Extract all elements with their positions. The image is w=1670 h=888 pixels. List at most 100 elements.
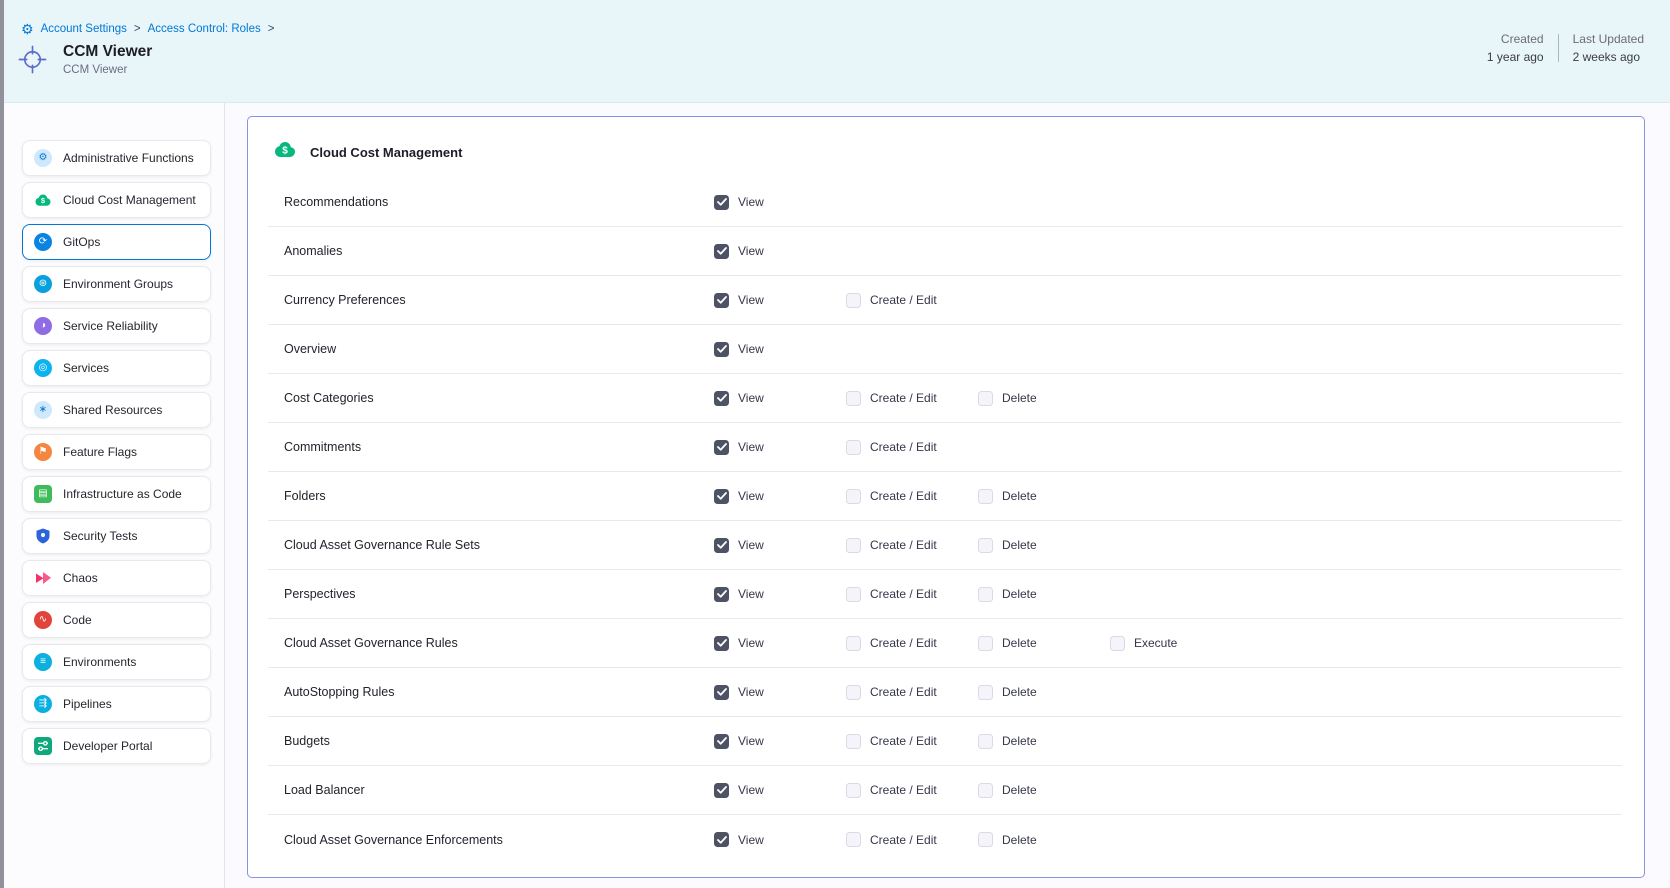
view-checkbox[interactable]: [714, 244, 729, 259]
sidebar-item-feature-flags[interactable]: ⚑Feature Flags: [22, 434, 211, 470]
create-edit-checkbox[interactable]: [846, 685, 861, 700]
delete-permission: Delete: [978, 391, 1110, 406]
permission-name: Cost Categories: [284, 391, 714, 405]
checkbox-label: View: [738, 685, 764, 699]
create-edit-permission: Create / Edit: [846, 587, 978, 602]
sidebar-item-gitops[interactable]: ⟳GitOps: [22, 224, 211, 260]
create-edit-checkbox[interactable]: [846, 734, 861, 749]
checkbox-label: View: [738, 734, 764, 748]
delete-checkbox[interactable]: [978, 832, 993, 847]
view-checkbox[interactable]: [714, 489, 729, 504]
delete-checkbox[interactable]: [978, 636, 993, 651]
checkbox-label: Delete: [1002, 587, 1037, 601]
sidebar-item-security-tests[interactable]: Security Tests: [22, 518, 211, 554]
view-checkbox[interactable]: [714, 538, 729, 553]
permission-name: Currency Preferences: [284, 293, 714, 307]
view-permission: View: [714, 685, 846, 700]
permission-name: Cloud Asset Governance Enforcements: [284, 833, 714, 847]
checkbox-label: Create / Edit: [870, 783, 937, 797]
permission-name: Commitments: [284, 440, 714, 454]
create-edit-permission: Create / Edit: [846, 734, 978, 749]
delete-checkbox[interactable]: [978, 538, 993, 553]
sidebar-item-infrastructure-as-code[interactable]: ▤Infrastructure as Code: [22, 476, 211, 512]
view-checkbox[interactable]: [714, 342, 729, 357]
sidebar-item-developer-portal[interactable]: Developer Portal: [22, 728, 211, 764]
breadcrumb-separator: >: [268, 23, 275, 35]
permission-row-folders: FoldersViewCreate / EditDelete: [268, 472, 1622, 521]
sidebar-item-cloud-cost-management[interactable]: $Cloud Cost Management: [22, 182, 211, 218]
settings-gear-icon: ⚙: [21, 22, 34, 36]
sidebar-item-service-reliability[interactable]: ◑Service Reliability: [22, 308, 211, 344]
checkbox-label: Delete: [1002, 783, 1037, 797]
view-checkbox[interactable]: [714, 293, 729, 308]
permissions-panel: $ Cloud Cost Management Recommendations V…: [247, 116, 1645, 878]
checkbox-label: Create / Edit: [870, 734, 937, 748]
view-checkbox[interactable]: [714, 636, 729, 651]
last-updated-label: Last Updated: [1573, 33, 1644, 45]
execute-checkbox[interactable]: [1110, 636, 1125, 651]
create-edit-permission: Create / Edit: [846, 783, 978, 798]
checkbox-label: Create / Edit: [870, 440, 937, 454]
checkbox-label: View: [738, 342, 764, 356]
view-checkbox[interactable]: [714, 734, 729, 749]
sidebar-item-code[interactable]: ∿Code: [22, 602, 211, 638]
delete-checkbox[interactable]: [978, 685, 993, 700]
create-edit-checkbox[interactable]: [846, 587, 861, 602]
delete-checkbox[interactable]: [978, 489, 993, 504]
view-permission: View: [714, 489, 846, 504]
created-value: 1 year ago: [1487, 51, 1544, 63]
view-checkbox[interactable]: [714, 391, 729, 406]
create-edit-checkbox[interactable]: [846, 636, 861, 651]
last-updated-value: 2 weeks ago: [1573, 51, 1644, 63]
view-checkbox[interactable]: [714, 783, 729, 798]
view-checkbox[interactable]: [714, 587, 729, 602]
sidebar-item-label: Environments: [63, 655, 136, 669]
breadcrumb-account-settings[interactable]: Account Settings: [41, 23, 127, 35]
delete-checkbox[interactable]: [978, 391, 993, 406]
create-edit-checkbox[interactable]: [846, 832, 861, 847]
sidebar-item-environment-groups[interactable]: ⊛Environment Groups: [22, 266, 211, 302]
sidebar-item-administrative-functions[interactable]: ⚙Administrative Functions: [22, 140, 211, 176]
sidebar-item-pipelines[interactable]: ⇶Pipelines: [22, 686, 211, 722]
view-checkbox[interactable]: [714, 832, 729, 847]
permission-row-cloud-asset-governance-rules: Cloud Asset Governance RulesViewCreate /…: [268, 619, 1622, 668]
checkbox-label: Delete: [1002, 391, 1037, 405]
view-checkbox[interactable]: [714, 440, 729, 455]
permission-row-cloud-asset-governance-rule-sets: Cloud Asset Governance Rule SetsViewCrea…: [268, 521, 1622, 570]
permission-row-autostopping-rules: AutoStopping RulesViewCreate / EditDelet…: [268, 668, 1622, 717]
permission-name: Cloud Asset Governance Rule Sets: [284, 538, 714, 552]
create-edit-checkbox[interactable]: [846, 783, 861, 798]
checkbox-label: Execute: [1134, 636, 1177, 650]
delete-checkbox[interactable]: [978, 783, 993, 798]
sidebar-item-environments[interactable]: ≡Environments: [22, 644, 211, 680]
sidebar-item-label: Pipelines: [63, 697, 112, 711]
sidebar-item-label: Developer Portal: [63, 739, 152, 753]
permission-category-list: ⚙Administrative Functions $Cloud Cost Man…: [4, 103, 225, 888]
sidebar-item-services[interactable]: ◎Services: [22, 350, 211, 386]
sidebar-item-shared-resources[interactable]: ∗Shared Resources: [22, 392, 211, 428]
role-meta: Created 1 year ago Last Updated 2 weeks …: [1487, 33, 1644, 63]
page-header: ⚙ Account Settings > Access Control: Rol…: [4, 0, 1670, 103]
delete-checkbox[interactable]: [978, 734, 993, 749]
delete-checkbox[interactable]: [978, 587, 993, 602]
checkbox-label: Delete: [1002, 489, 1037, 503]
sidebar-item-label: Code: [63, 613, 92, 627]
sidebar-item-chaos[interactable]: Chaos: [22, 560, 211, 596]
sidebar-item-label: Shared Resources: [63, 403, 162, 417]
create-edit-checkbox[interactable]: [846, 440, 861, 455]
feature-flags-icon: ⚑: [34, 443, 52, 461]
permission-name: Perspectives: [284, 587, 714, 601]
view-permission: View: [714, 587, 846, 602]
create-edit-checkbox[interactable]: [846, 489, 861, 504]
create-edit-checkbox[interactable]: [846, 538, 861, 553]
view-checkbox[interactable]: [714, 195, 729, 210]
create-edit-checkbox[interactable]: [846, 293, 861, 308]
view-checkbox[interactable]: [714, 685, 729, 700]
permission-name: Recommendations: [284, 195, 714, 209]
breadcrumb-access-control-roles[interactable]: Access Control: Roles: [148, 23, 261, 35]
panel-header: $ Cloud Cost Management: [248, 117, 1644, 167]
create-edit-checkbox[interactable]: [846, 391, 861, 406]
permission-row-perspectives: PerspectivesView Create / Edit Delete: [268, 570, 1622, 619]
checkbox-label: Create / Edit: [870, 587, 937, 601]
permission-name: Load Balancer: [284, 783, 714, 797]
